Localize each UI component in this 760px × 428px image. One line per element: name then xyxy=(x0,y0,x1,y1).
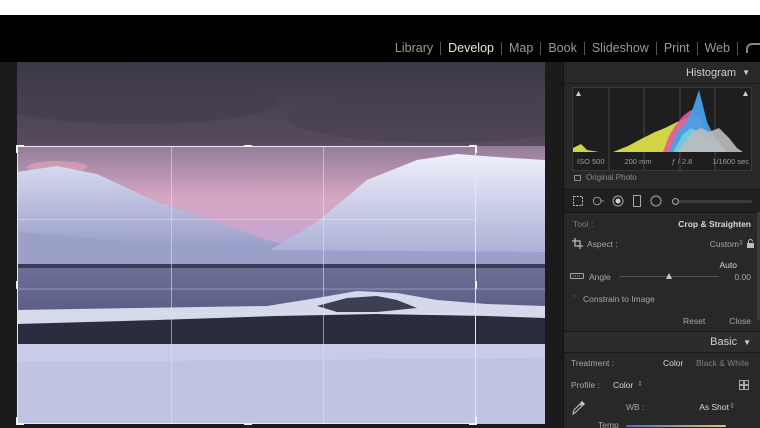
crop-handle-bottom-left[interactable] xyxy=(16,417,24,425)
angle-slider-thumb[interactable] xyxy=(666,273,672,279)
dropdown-arrows-icon[interactable]: ⇕ xyxy=(729,402,735,410)
basic-title: Basic xyxy=(710,336,738,348)
dropdown-arrows-icon[interactable]: ⇕ xyxy=(738,239,744,247)
dropdown-arrows-icon[interactable]: ⇕ xyxy=(637,380,643,388)
adjustment-brush-icon[interactable] xyxy=(672,198,679,205)
tool-label: Tool : xyxy=(573,219,594,229)
crop-handle-left[interactable] xyxy=(16,281,18,289)
treatment-bw-button[interactable]: Black & White xyxy=(696,358,749,368)
develop-right-panel: Histogram ▼ ISO 500 200 mm ƒ / 2.8 1/160… xyxy=(563,62,760,428)
crop-handle-bottom[interactable] xyxy=(244,423,252,425)
exif-iso: ISO 500 xyxy=(577,157,605,166)
tool-value: Crop & Straighten xyxy=(678,219,751,229)
module-book[interactable]: Book xyxy=(541,41,584,55)
crop-grid-line xyxy=(18,219,475,220)
module-separator xyxy=(737,41,738,55)
module-web[interactable]: Web xyxy=(698,41,737,55)
aspect-label: Aspect : xyxy=(587,239,618,249)
close-button[interactable]: Close xyxy=(729,316,751,326)
angle-label: Angle xyxy=(589,272,611,282)
exif-aperture: ƒ / 2.8 xyxy=(671,157,693,166)
triangle-down-icon[interactable]: ▼ xyxy=(743,338,751,347)
eyedropper-icon[interactable] xyxy=(571,401,585,415)
crop-handle-top-right[interactable] xyxy=(469,145,477,153)
module-develop[interactable]: Develop xyxy=(441,41,501,55)
wb-dropdown[interactable]: As Shot xyxy=(699,402,729,412)
profile-browser-icon[interactable] xyxy=(739,380,749,390)
photo-canvas[interactable] xyxy=(0,62,562,428)
angle-value[interactable]: 0.00 xyxy=(734,272,751,282)
brush-slider-track[interactable] xyxy=(672,200,752,203)
original-photo-label: Original Photo xyxy=(586,173,637,182)
temp-slider-track[interactable] xyxy=(626,425,726,427)
constrain-label: Constrain to Image xyxy=(583,294,655,304)
crop-frame[interactable] xyxy=(16,145,477,425)
auto-straighten-button[interactable]: Auto xyxy=(720,260,738,270)
radial-filter-icon[interactable] xyxy=(650,195,662,207)
treatment-color-button[interactable]: Color xyxy=(663,358,683,368)
crop-grid-line xyxy=(18,313,475,314)
crop-tool-icon[interactable] xyxy=(572,195,584,207)
exif-focal: 200 mm xyxy=(624,157,652,166)
straighten-level-icon[interactable] xyxy=(570,272,584,280)
histogram-title: Histogram xyxy=(685,66,737,79)
crop-grid-line xyxy=(171,147,172,423)
checkbox-icon[interactable] xyxy=(574,174,581,181)
treatment-label: Treatment : xyxy=(571,358,615,368)
wb-label: WB : xyxy=(626,402,645,412)
module-list: Library Develop Map Book Slideshow Print… xyxy=(388,39,760,57)
crop-grid-line xyxy=(323,147,324,423)
aspect-dropdown[interactable]: Custom xyxy=(710,239,739,249)
window-top-strip xyxy=(0,0,760,15)
basic-header[interactable]: Basic ▼ xyxy=(564,331,760,353)
red-eye-icon[interactable] xyxy=(612,195,624,207)
module-map[interactable]: Map xyxy=(502,41,540,55)
histogram-graph[interactable]: ISO 500 200 mm ƒ / 2.8 1/1600 sec xyxy=(572,87,752,171)
module-print[interactable]: Print xyxy=(657,41,697,55)
checkbox-icon[interactable]: ▫ xyxy=(573,293,575,300)
module-picker: Library Develop Map Book Slideshow Print… xyxy=(0,15,760,62)
triangle-down-icon[interactable]: ▼ xyxy=(742,68,750,77)
graduated-filter-icon[interactable] xyxy=(631,195,643,207)
crop-handle-top-left[interactable] xyxy=(16,145,24,153)
histogram-header[interactable]: Histogram ▼ xyxy=(564,62,760,84)
exif-shutter: 1/1600 sec xyxy=(712,157,749,166)
lightroom-logo-icon xyxy=(746,43,760,53)
profile-label: Profile : xyxy=(571,380,600,390)
module-slideshow[interactable]: Slideshow xyxy=(585,41,656,55)
develop-tool-strip xyxy=(564,189,760,213)
crop-handle-right[interactable] xyxy=(475,281,477,289)
reset-button[interactable]: Reset xyxy=(683,316,705,326)
profile-dropdown[interactable]: Color xyxy=(613,380,633,390)
lock-icon[interactable] xyxy=(746,239,755,248)
original-photo-toggle[interactable]: Original Photo xyxy=(574,173,637,182)
exif-info: ISO 500 200 mm ƒ / 2.8 1/1600 sec xyxy=(573,157,753,166)
spot-removal-icon[interactable] xyxy=(592,195,604,207)
temp-label: Temp xyxy=(598,420,619,428)
crop-handle-bottom-right[interactable] xyxy=(469,417,477,425)
crop-frame-icon[interactable] xyxy=(572,238,583,249)
crop-handle-top[interactable] xyxy=(244,145,252,147)
crop-overlay-dim xyxy=(17,62,545,146)
module-library[interactable]: Library xyxy=(388,41,440,55)
